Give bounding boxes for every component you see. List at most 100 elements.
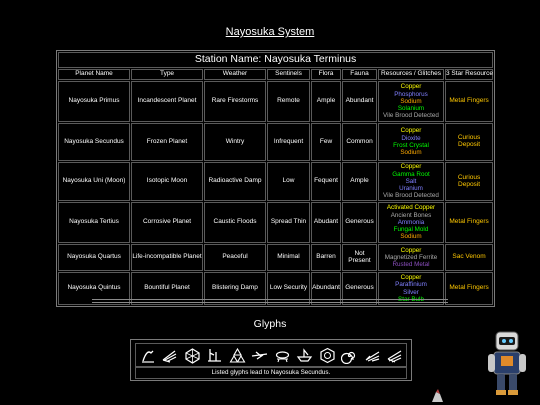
- planet-resources: Activated Copper Ancient Bones Ammonia Fung…: [378, 202, 444, 243]
- planet-flora: Abudant: [311, 202, 341, 243]
- planet-type: Incandescent Planet: [131, 81, 203, 122]
- resource-item: Ammonia: [397, 218, 425, 226]
- planet-row: Nayosuka Tertius Corrosive Planet Caustic …: [58, 202, 494, 243]
- planet-name: Nayosuka Secundus: [58, 123, 130, 161]
- glyph-row: [135, 343, 407, 367]
- traveller-robot-icon: [488, 331, 526, 395]
- resource-item: Gamma Root: [392, 170, 430, 178]
- planet-row: Nayosuka Secundus Frozen Planet Wintry Infr…: [58, 123, 494, 161]
- planet-fauna: Common: [342, 123, 377, 161]
- resource-item: Activated Copper: [386, 204, 436, 212]
- planet-weather: Caustic Floods: [204, 202, 266, 243]
- column-header: Resources / Glitches: [378, 69, 444, 80]
- planet-fauna: Ample: [342, 162, 377, 201]
- planet-fauna: Not Present: [342, 244, 377, 271]
- voyager-glyph-icon: [274, 347, 291, 364]
- planet-flora: Fequent: [311, 162, 341, 201]
- planet-name: Nayosuka Quartus: [58, 244, 130, 271]
- resource-item: Frost Crystal: [393, 142, 429, 149]
- planet-type: Isotopic Moon: [131, 162, 203, 201]
- resource-item: Copper: [400, 246, 422, 254]
- station-name: Station Name: Nayosuka Terminus: [58, 52, 494, 68]
- triangles-glyph-icon: [229, 347, 246, 364]
- planet-weather: Wintry: [204, 123, 266, 161]
- ship-fragment-icon: [432, 389, 443, 402]
- planet-sentinels: Infrequent: [267, 123, 310, 161]
- planet-type: Frozen Planet: [131, 123, 203, 161]
- column-header: Sentinels: [267, 69, 310, 80]
- resource-item: Dioxite: [401, 134, 421, 142]
- planet-flora: Few: [311, 123, 341, 161]
- planet-row: Nayosuka Uni (Moon) Isotopic Moon Radioact…: [58, 162, 494, 201]
- resource-item: Copper: [400, 273, 422, 281]
- three-star-resource: Metal Fingers: [445, 272, 494, 305]
- resource-item: Copper: [400, 83, 422, 91]
- bird-glyph-icon: [161, 347, 178, 364]
- glyph-panel: Listed glyphs lead to Nayosuka Secundus.: [130, 339, 412, 381]
- resource-item: Vile Brood Detected: [383, 192, 439, 200]
- planet-sentinels: Spread Thin: [267, 202, 310, 243]
- planet-type: Life-incompatible Planet: [131, 244, 203, 271]
- planet-sentinels: Remote: [267, 81, 310, 122]
- resource-item: Magnetized Ferrite: [384, 253, 438, 261]
- three-star-resource: Metal Fingers: [445, 202, 494, 243]
- planet-fauna: Generous: [342, 202, 377, 243]
- resource-item: Uranium: [399, 185, 423, 193]
- whale-glyph-icon: [364, 347, 381, 364]
- column-header: Planet Name: [58, 69, 130, 80]
- planet-name: Nayosuka Uni (Moon): [58, 162, 130, 201]
- resource-item: Sodium: [400, 97, 422, 105]
- planet-fauna: Abundant: [342, 81, 377, 122]
- resource-item: Sodium: [400, 233, 422, 241]
- section-divider: [92, 299, 448, 303]
- resource-item: Vile Brood Detected: [383, 112, 439, 120]
- boat-glyph-icon: [296, 347, 313, 364]
- resource-item: Ancient Bones: [390, 211, 432, 219]
- resource-item: Phosphorus: [394, 90, 428, 98]
- glyphs-title: Glyphs: [253, 318, 287, 330]
- resource-item: Salt: [405, 177, 417, 185]
- three-star-resource: Metal Fingers: [445, 81, 494, 122]
- three-star-resource: Curious Deposit: [445, 162, 494, 201]
- bug-glyph-icon: [319, 347, 336, 364]
- planet-weather: Rare Firestorms: [204, 81, 266, 122]
- face-glyph-icon: [184, 347, 201, 364]
- dragonfly-glyph-icon: [251, 347, 268, 364]
- planet-sentinels: Minimal: [267, 244, 310, 271]
- resource-item: Fungal Mold: [393, 226, 429, 234]
- planet-flora: Ample: [311, 81, 341, 122]
- spiral-glyph-icon: [341, 347, 358, 364]
- glyph-caption: Listed glyphs lead to Nayosuka Secundus.: [135, 367, 407, 379]
- column-header: Weather: [204, 69, 266, 80]
- column-header: Flora: [311, 69, 341, 80]
- resource-item: Sodium: [400, 149, 422, 157]
- system-title: Nayosuka System: [225, 26, 315, 38]
- column-header: 3 Star Resource: [445, 69, 494, 80]
- planet-resources: Copper Dioxite Frost Crystal Sodium: [378, 123, 444, 161]
- sun-glyph-icon: [139, 347, 156, 364]
- sail-glyph-icon: [206, 347, 223, 364]
- header-row: Planet Name Type Weather Sentinels Flora…: [58, 69, 494, 80]
- resource-item: Silver: [403, 288, 419, 296]
- planet-flora: Barren: [311, 244, 341, 271]
- planet-resources: Copper Magnetized Ferrite Rusted Metal: [378, 244, 444, 271]
- resource-item: Copper: [400, 127, 422, 135]
- planet-name: Nayosuka Primus: [58, 81, 130, 122]
- three-star-resource: Sac Venom: [445, 244, 494, 271]
- planet-type: Corrosive Planet: [131, 202, 203, 243]
- planet-resources: Copper Gamma Root Salt Uranium Vile Brood De…: [378, 162, 444, 201]
- feather-glyph-icon: [386, 347, 403, 364]
- column-header: Fauna: [342, 69, 377, 80]
- resource-item: Rusted Metal: [392, 261, 430, 269]
- three-star-resource: Curious Deposit: [445, 123, 494, 161]
- planet-resources: Copper Phosphorus Sodium Solanium Vile Brood…: [378, 81, 444, 122]
- planet-sentinels: Low: [267, 162, 310, 201]
- planet-row: Nayosuka Quartus Life-incompatible Planet…: [58, 244, 494, 271]
- resource-item: Solanium: [397, 105, 425, 113]
- resource-item: Copper: [400, 163, 422, 171]
- system-table: Station Name: Nayosuka Terminus Planet N…: [56, 50, 496, 307]
- resource-item: Paraffinium: [395, 281, 427, 289]
- planet-name: Nayosuka Tertius: [58, 202, 130, 243]
- planet-row: Nayosuka Primus Incandescent Planet Rare F…: [58, 81, 494, 122]
- planet-weather: Peaceful: [204, 244, 266, 271]
